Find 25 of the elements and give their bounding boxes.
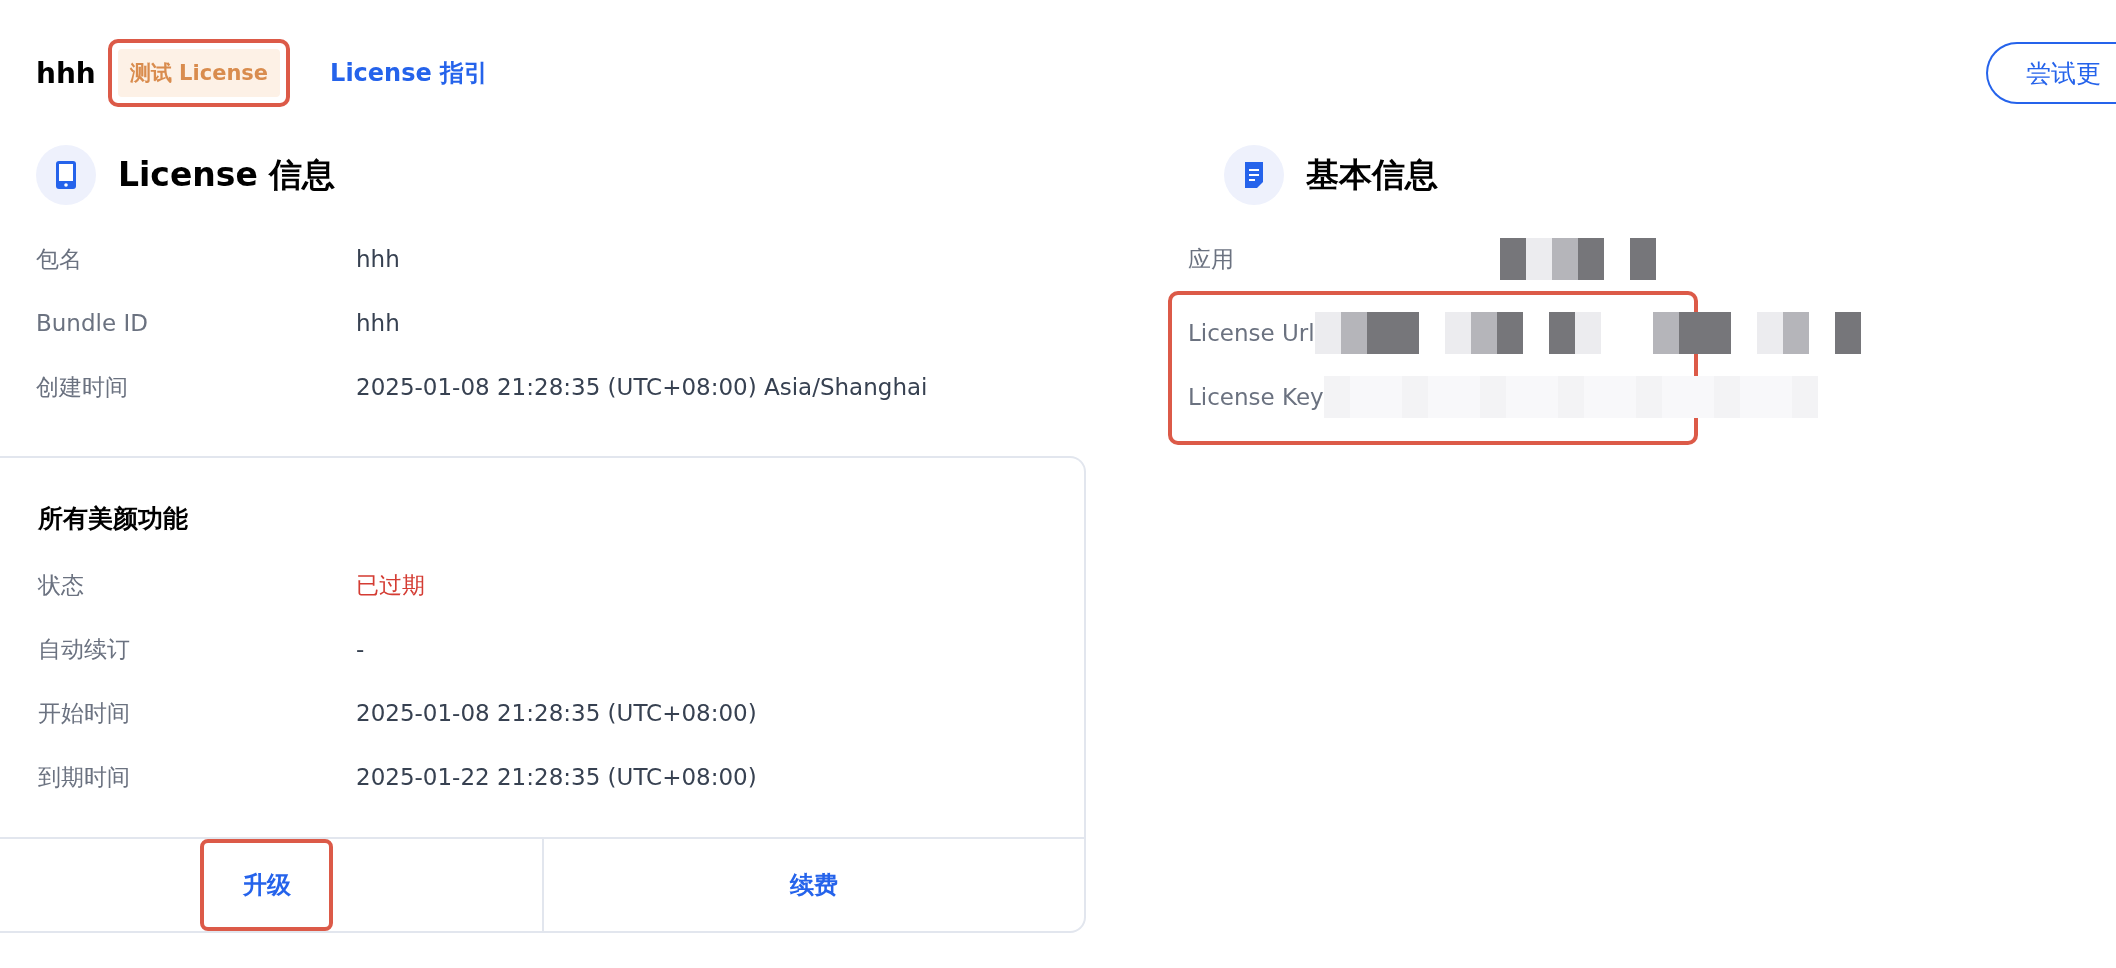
field-label: 创建时间: [35, 372, 129, 402]
section-title: 基本信息: [1306, 153, 1438, 196]
field-label: 包名: [35, 244, 83, 274]
status-value: 已过期: [356, 570, 425, 600]
field-label: License Url: [1188, 320, 1315, 346]
field-label: 自动续订: [37, 634, 131, 664]
field-value: 2025-01-08 21:28:35 (UTC+08:00) Asia/Shanghai: [356, 374, 928, 400]
license-guide-link[interactable]: License 指引: [330, 57, 489, 89]
field-value: 2025-01-08 21:28:35 (UTC+08:00): [356, 700, 757, 726]
field-label: License Key: [1188, 384, 1324, 410]
field-value: 2025-01-22 21:28:35 (UTC+08:00): [356, 764, 757, 790]
field-label: 开始时间: [37, 698, 131, 728]
field-value: hhh: [356, 310, 400, 336]
field-label: 应用: [1188, 244, 1235, 274]
field-value: -: [356, 636, 365, 662]
try-button[interactable]: 尝试更: [1986, 42, 2116, 104]
card-title: 所有美颜功能: [37, 503, 189, 535]
field-label: Bundle ID: [35, 310, 149, 336]
test-license-badge: 测试 License: [117, 49, 281, 97]
field-label: 到期时间: [37, 762, 131, 792]
field-label: 状态: [37, 570, 85, 600]
upgrade-button[interactable]: 升级: [200, 839, 333, 931]
section-title: License 信息: [118, 153, 336, 196]
license-name: hhh: [36, 56, 96, 90]
field-value: hhh: [356, 246, 400, 272]
